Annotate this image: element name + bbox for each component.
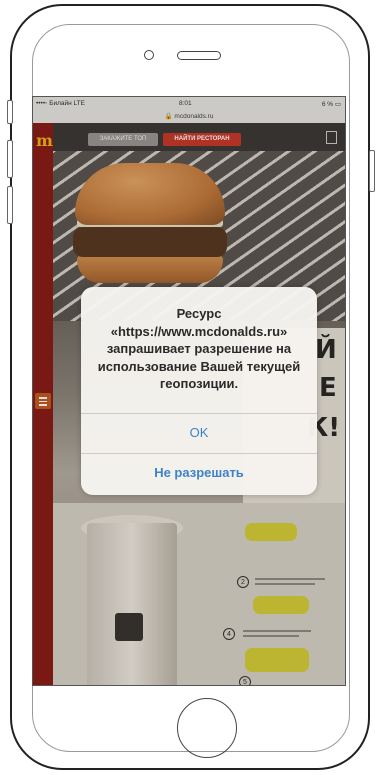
- ok-button[interactable]: OK: [81, 414, 317, 451]
- deny-button[interactable]: Не разрешать: [81, 454, 317, 491]
- mute-switch[interactable]: [7, 100, 13, 124]
- power-button[interactable]: [369, 150, 375, 192]
- alert-message: Ресурс «https://www.mcdonalds.ru» запраш…: [97, 306, 301, 391]
- geolocation-alert: Ресурс «https://www.mcdonalds.ru» запраш…: [81, 287, 317, 495]
- earpiece-speaker: [177, 51, 221, 60]
- volume-down-button[interactable]: [7, 186, 13, 224]
- front-camera: [144, 50, 154, 60]
- home-button[interactable]: [177, 698, 237, 758]
- volume-up-button[interactable]: [7, 140, 13, 178]
- phone-screen: ••••◦ Билайн LTE 8:01 6 % ▭ 🔒 mcdonalds.…: [32, 96, 346, 686]
